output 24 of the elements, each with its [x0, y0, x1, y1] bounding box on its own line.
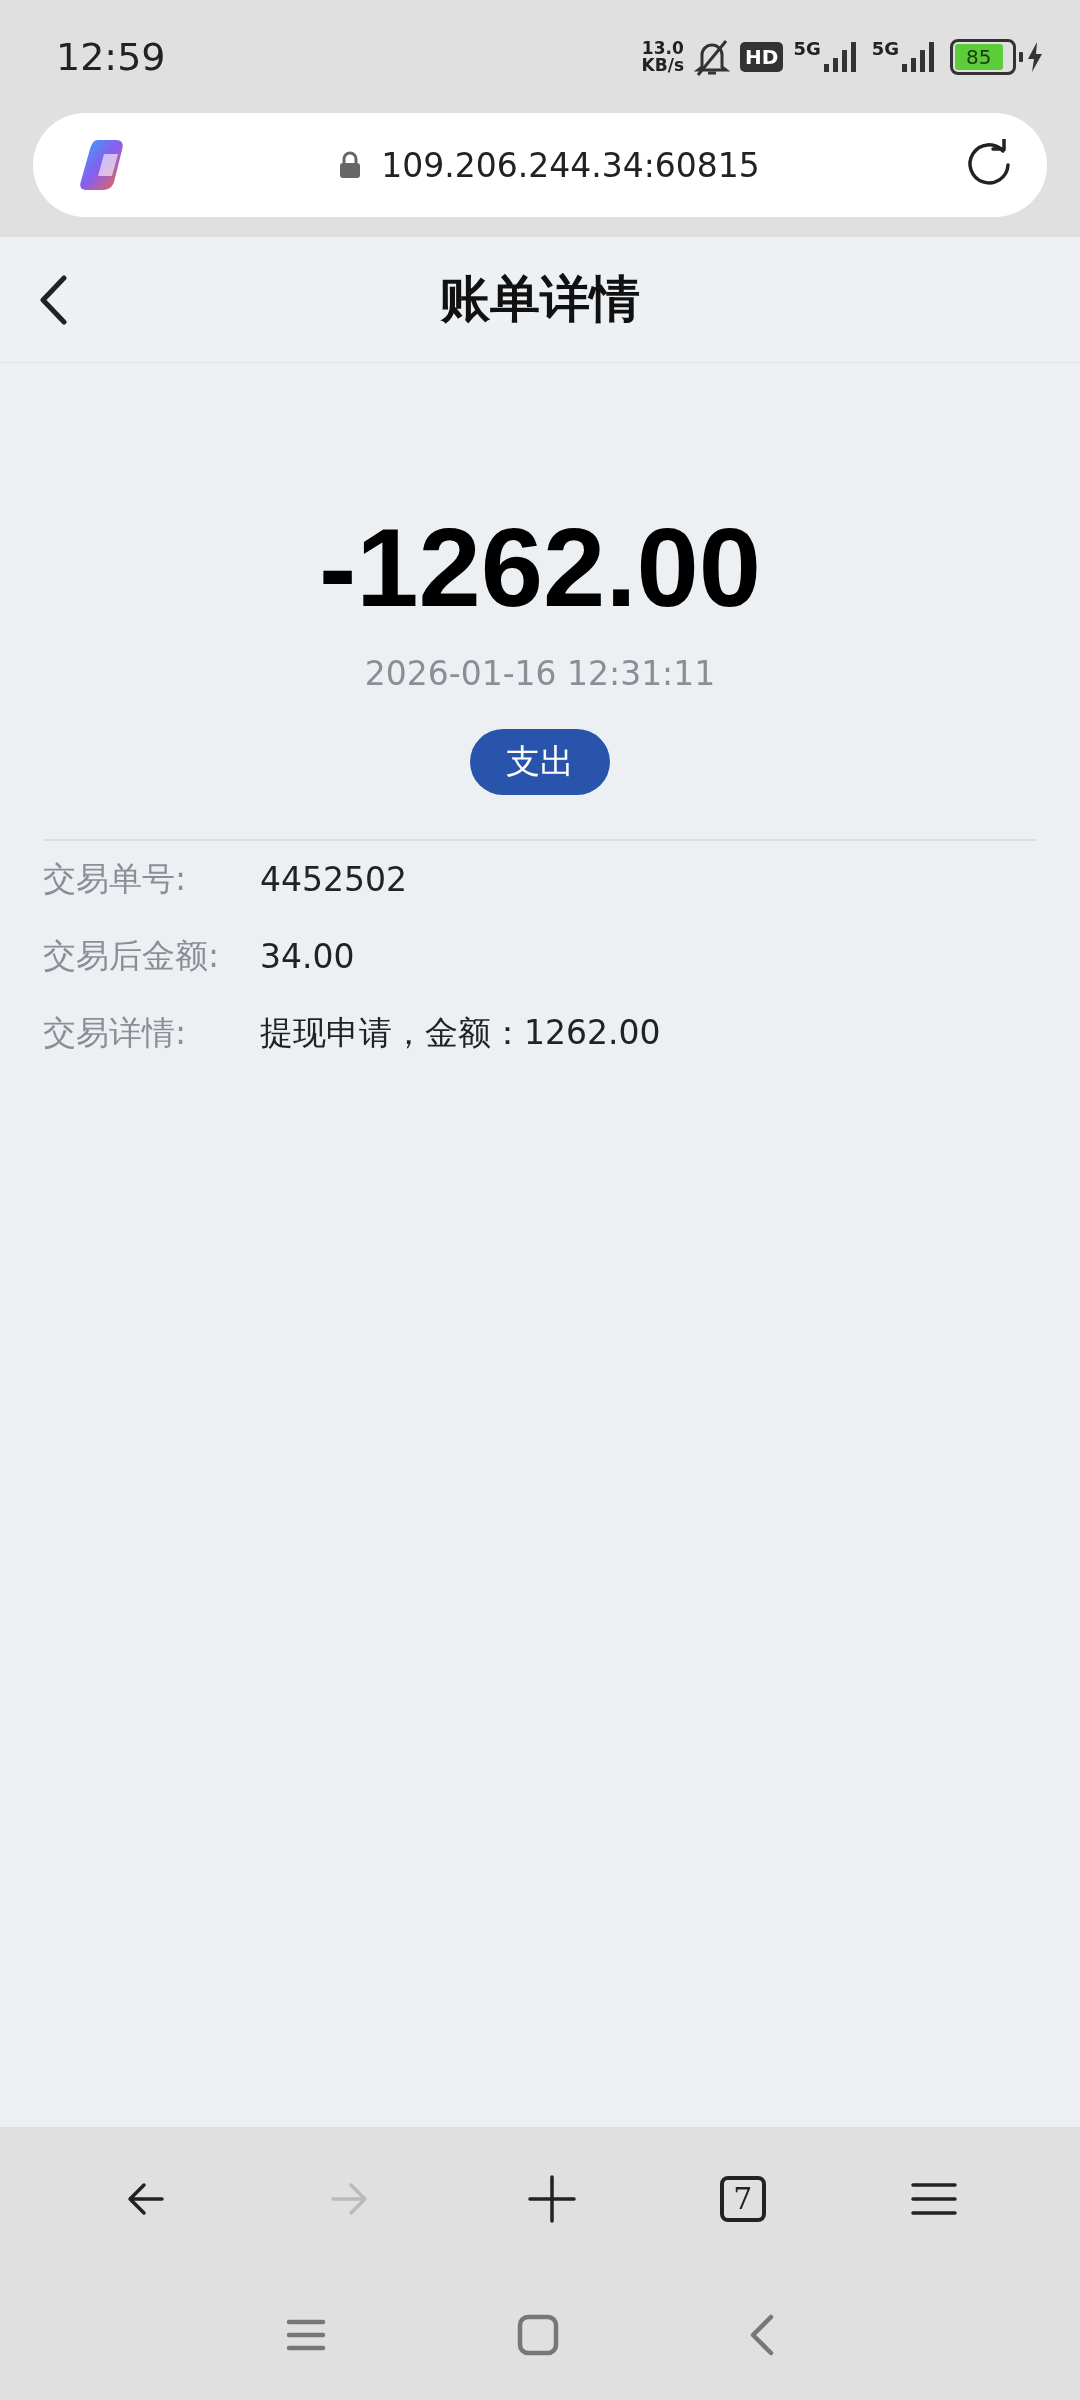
- address-bar[interactable]: 109.206.244.34:60815: [33, 113, 1047, 217]
- status-time: 12:59: [56, 34, 167, 79]
- back-chevron-icon: [38, 275, 68, 325]
- detail-label: 交易后金额:: [43, 935, 221, 977]
- url-text[interactable]: 109.206.244.34:60815: [381, 145, 760, 185]
- hd-voice-badge: HD: [740, 41, 784, 72]
- back-button[interactable]: [38, 275, 68, 325]
- bill-time: 2026-01-16 12:31:11: [364, 654, 716, 693]
- home-icon[interactable]: [517, 2314, 559, 2356]
- type-tag: 支出: [470, 729, 610, 795]
- tab-count-button[interactable]: 7: [719, 2175, 766, 2222]
- detail-value: 提现申请，金额：1262.00: [260, 1012, 661, 1054]
- network-type: 5G: [871, 39, 899, 58]
- back-chevron-icon[interactable]: [749, 2314, 775, 2356]
- page-title: 账单详情: [440, 269, 640, 330]
- detail-label: 交易单号:: [43, 858, 188, 900]
- plus-icon[interactable]: [528, 2174, 576, 2223]
- detail-value: 34.00: [260, 937, 355, 976]
- detail-label: 交易详情:: [43, 1012, 188, 1054]
- battery-level: 85: [955, 43, 1003, 70]
- bill-amount: -1262.00: [318, 508, 762, 628]
- detail-value: 4452502: [260, 860, 407, 899]
- network-speed: 13.0 KB/s: [641, 39, 685, 74]
- network-type: 5G: [793, 39, 821, 58]
